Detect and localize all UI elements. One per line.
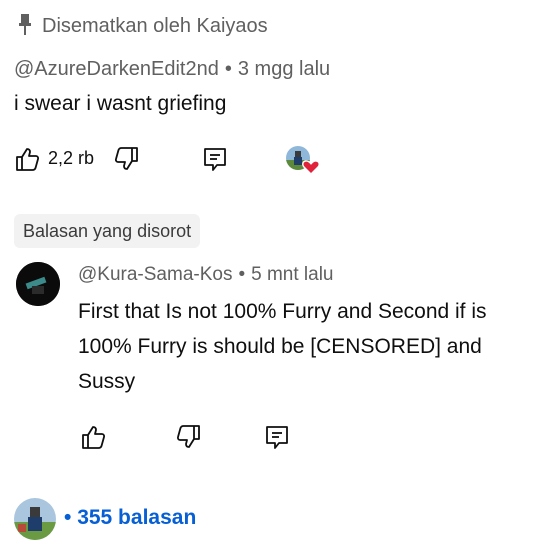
meta-separator: • <box>224 58 232 80</box>
reply-line: First that Is not 100% Furry and Second … <box>78 300 487 323</box>
reply-text: First that Is not 100% Furry and Second … <box>78 294 548 399</box>
dislike-icon[interactable] <box>176 424 202 450</box>
reply-line: Sussy <box>78 370 136 393</box>
reply-icon[interactable] <box>264 424 290 450</box>
like-icon[interactable] <box>80 424 106 450</box>
replies-bullet: • <box>64 506 78 529</box>
replies-count: 355 balasan <box>77 506 197 529</box>
heart-icon <box>302 160 320 175</box>
reply-meta: @Kura-Sama-Kos • 5 mnt lalu <box>78 264 333 286</box>
reply-line: 100% Furry is should be [CENSORED] and <box>78 335 482 358</box>
reply-time: 5 mnt lalu <box>251 264 334 285</box>
reply-avatar[interactable] <box>16 262 60 306</box>
reply-author[interactable]: @Kura-Sama-Kos <box>78 264 232 285</box>
comment-time: 3 mgg lalu <box>237 58 331 80</box>
meta-separator: • <box>238 264 246 285</box>
pinned-label: Disematkan oleh Kaiyaos <box>42 15 268 37</box>
replier-avatar <box>14 498 56 540</box>
pin-icon <box>19 14 31 35</box>
view-replies-link[interactable]: • 355 balasan <box>64 506 196 530</box>
highlighted-reply-badge: Balasan yang disorot <box>14 214 201 248</box>
comment-author[interactable]: @AzureDarkenEdit2nd <box>14 58 219 80</box>
comment-meta: @AzureDarkenEdit2nd • 3 mgg lalu <box>14 58 330 81</box>
dislike-icon[interactable] <box>114 146 140 172</box>
like-count: 2,2 rb <box>48 148 95 168</box>
like-icon[interactable] <box>14 146 40 172</box>
comment-text: i swear i wasnt griefing <box>14 92 227 115</box>
reply-icon[interactable] <box>202 146 228 172</box>
